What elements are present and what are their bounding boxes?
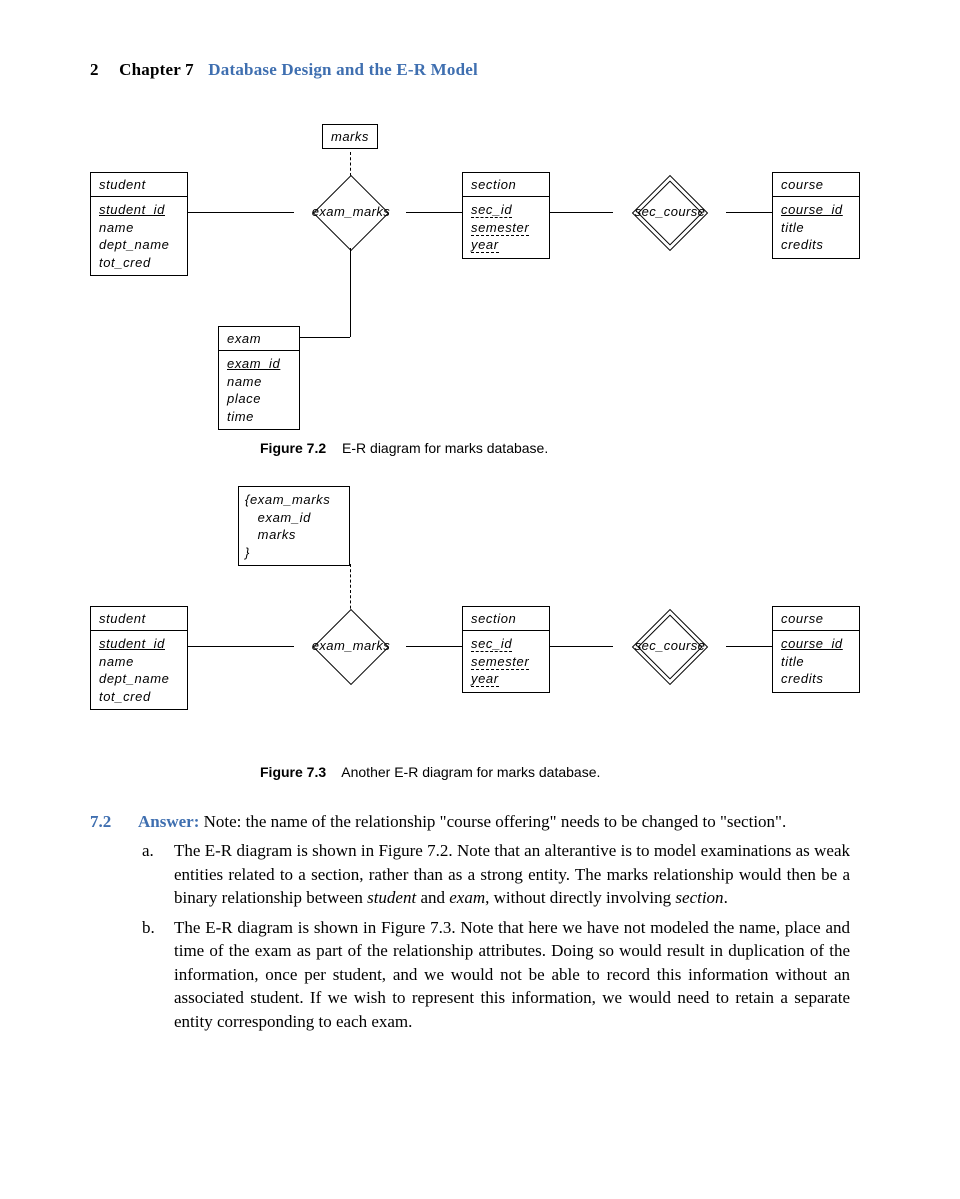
edge-seccourse-course [726,212,772,213]
attr-course-2-credits: credits [781,670,851,688]
answer-item-b: b. The E-R diagram is shown in Figure 7.… [174,916,850,1033]
entity-course-2-attrs: course_id title credits [773,631,859,692]
entity-exam-title: exam [219,327,299,351]
answer-item-a: a. The E-R diagram is shown in Figure 7.… [174,839,850,909]
figure-7-2-caption: Figure 7.2 E-R diagram for marks databas… [260,440,850,456]
attr-student-2-name: name [99,653,179,671]
attr-section-secid: sec_id [471,203,512,218]
entity-section-2-attrs: sec_id semester year [463,631,549,692]
attr-course-2-id: course_id [781,636,843,651]
assoc-line-2: marks [245,526,343,544]
figure-7-2: marks student student_id name dept_name … [90,124,850,434]
assoc-exam-marks-multi: {exam_marks exam_id marks } [238,486,350,566]
entity-course-title: course [773,173,859,197]
assoc-marks: marks [322,124,378,149]
page: 2 Chapter 7 Database Design and the E-R … [0,0,960,1093]
edge-exam-corner [350,326,351,337]
entity-exam: exam exam_id name place time [218,326,300,430]
entity-student-title: student [91,173,187,197]
edge-student-exammarks [188,212,294,213]
edge-exammarks-section [406,212,462,213]
edge-student-exammarks-2 [188,646,294,647]
entity-course-attrs: course_id title credits [773,197,859,258]
attr-section-2-secid: sec_id [471,637,512,652]
entity-exam-attrs: exam_id name place time [219,351,299,429]
attr-section-2-year: year [471,672,499,687]
edge-exam-horizontal [300,337,350,338]
entity-student-attrs: student_id name dept_name tot_cred [91,197,187,275]
assoc-exam-marks-attrs: {exam_marks exam_id marks } [239,487,349,565]
answer-item-a-text: The E-R diagram is shown in Figure 7.2. … [174,841,850,907]
attr-exam-time: time [227,408,291,426]
assoc-line-1: exam_id [245,509,343,527]
entity-section-title: section [463,173,549,197]
edge-exammarks-exam [350,248,351,326]
entity-section: section sec_id semester year [462,172,550,259]
rel-exam-marks-label-2: exam_marks [308,638,394,653]
figure-7-3-label: Figure 7.3 [260,764,326,780]
chapter-title: Database Design and the E-R Model [208,60,478,79]
figure-7-2-text: E-R diagram for marks database. [342,440,548,456]
attr-student-dept: dept_name [99,236,179,254]
figure-7-3: {exam_marks exam_id marks } student stud… [90,486,850,756]
answer-item-b-text: The E-R diagram is shown in Figure 7.3. … [174,918,850,1031]
figure-7-3-caption: Figure 7.3 Another E-R diagram for marks… [260,764,850,780]
entity-student-2-title: student [91,607,187,631]
rel-sec-course-label: sec_course [625,204,715,219]
entity-section-2: section sec_id semester year [462,606,550,693]
attr-student-2-totcred: tot_cred [99,688,179,706]
answer-item-b-letter: b. [142,916,155,939]
entity-section-2-title: section [463,607,549,631]
edge-exammarks-section-2 [406,646,462,647]
figure-7-2-label: Figure 7.2 [260,440,326,456]
entity-student-2: student student_id name dept_name tot_cr… [90,606,188,710]
page-number: 2 [90,60,99,79]
edge-section-seccourse [550,212,613,213]
attr-exam-place: place [227,390,291,408]
attr-course-2-title: title [781,653,851,671]
attr-section-year: year [471,238,499,253]
attr-student-2-id: student_id [99,636,165,651]
assoc-line-3: } [245,544,343,562]
figure-7-3-text: Another E-R diagram for marks database. [341,764,600,780]
answer-block: 7.2 Answer: Note: the name of the relati… [90,810,850,1033]
attr-student-totcred: tot_cred [99,254,179,272]
rel-sec-course-label-2: sec_course [625,638,715,653]
attr-section-2-semester: semester [471,655,529,670]
attr-course-id: course_id [781,202,843,217]
answer-lead: 7.2 Answer: Note: the name of the relati… [138,810,850,833]
entity-course: course course_id title credits [772,172,860,259]
attr-section-semester: semester [471,221,529,236]
answer-label: Answer: [138,812,199,831]
entity-section-attrs: sec_id semester year [463,197,549,258]
attr-exam-id: exam_id [227,356,280,371]
entity-course-2-title: course [773,607,859,631]
rel-exam-marks-label: exam_marks [308,204,394,219]
attr-exam-name: name [227,373,291,391]
attr-course-credits: credits [781,236,851,254]
edge-section-seccourse-2 [550,646,613,647]
edge-seccourse-course-2 [726,646,772,647]
entity-course-2: course course_id title credits [772,606,860,693]
answer-lead-text: Note: the name of the relationship "cour… [204,812,787,831]
attr-student-2-dept: dept_name [99,670,179,688]
chapter-label: Chapter 7 [119,60,194,79]
entity-student-2-attrs: student_id name dept_name tot_cred [91,631,187,709]
assoc-line-0: {exam_marks [245,491,343,509]
attr-student-name: name [99,219,179,237]
entity-student: student student_id name dept_name tot_cr… [90,172,188,276]
attr-student-id: student_id [99,202,165,217]
answer-item-a-letter: a. [142,839,154,862]
page-header: 2 Chapter 7 Database Design and the E-R … [90,60,850,80]
answer-qnum: 7.2 [90,810,111,833]
attr-course-title: title [781,219,851,237]
